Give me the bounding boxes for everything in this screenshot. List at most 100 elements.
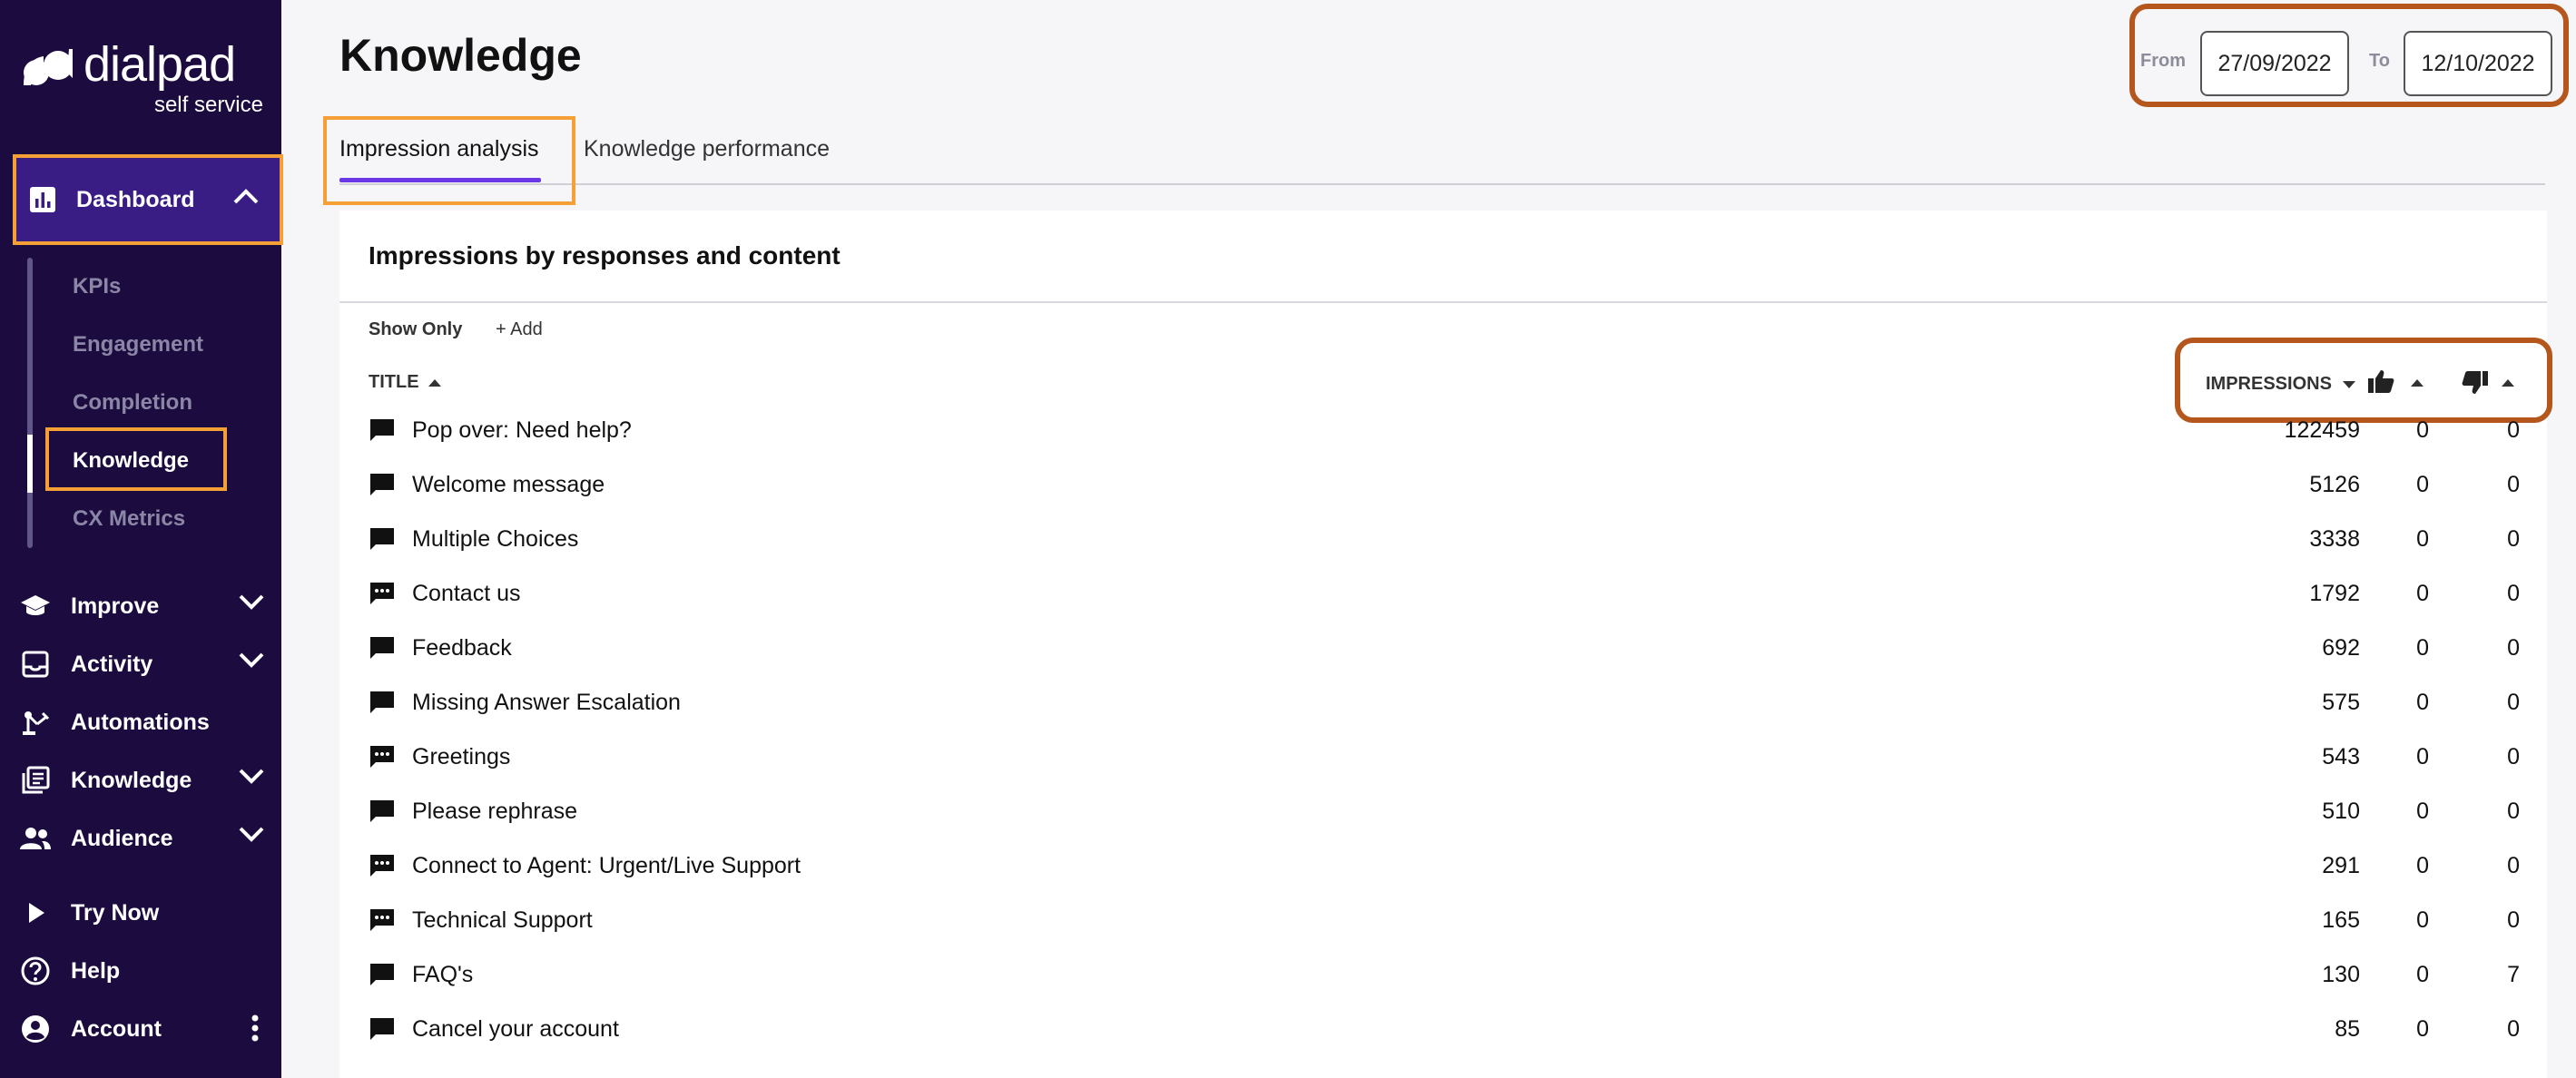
table-row[interactable]: Technical Support 165 0 0 (339, 893, 2547, 947)
row-title[interactable]: Pop over: Need help? (412, 417, 632, 444)
sidebar-item-dashboard[interactable]: Dashboard (13, 154, 283, 245)
chevron-down-icon[interactable] (238, 593, 265, 615)
graduation-cap-icon (20, 591, 51, 622)
row-thumbs-up-count: 0 (2416, 853, 2429, 878)
row-title[interactable]: Welcome message (412, 472, 605, 498)
chevron-down-icon[interactable] (238, 651, 265, 673)
row-thumbs-up-count: 0 (2416, 417, 2429, 443)
row-impressions: 543 (2322, 744, 2360, 769)
title-column-header[interactable]: TITLE (369, 372, 441, 393)
sidebar-item-label: Try Now (71, 899, 160, 926)
row-thumbs-up-count: 0 (2416, 907, 2429, 933)
sidebar-item-improve[interactable]: Improve (20, 583, 265, 629)
show-only-label: Show Only (369, 319, 463, 339)
row-thumbs-down-count: 0 (2507, 744, 2520, 769)
sidebar-item-try-now[interactable]: Try Now (20, 890, 265, 936)
people-icon (20, 823, 51, 854)
sidebar-item-label: Automations (71, 709, 210, 735)
sidebar-item-label: Audience (71, 825, 173, 851)
row-thumbs-down-count: 0 (2507, 526, 2520, 552)
table-row[interactable]: Multiple Choices 3338 0 0 (339, 512, 2547, 566)
row-thumbs-up-count: 0 (2416, 744, 2429, 769)
sidebar-item-knowledge[interactable]: Knowledge (20, 758, 265, 803)
sort-descending-icon[interactable] (2342, 380, 2355, 388)
chevron-up-icon[interactable] (232, 187, 260, 210)
subnav-item-completion[interactable]: Completion (73, 390, 192, 416)
row-impressions: 85 (2335, 1016, 2360, 1042)
table-row[interactable]: Feedback 692 0 0 (339, 621, 2547, 675)
thumbs-up-icon[interactable] (2367, 368, 2394, 398)
to-date-input[interactable]: 12/10/2022 (2404, 31, 2552, 96)
more-vertical-icon[interactable] (251, 1014, 260, 1047)
table-row[interactable]: Cancel your account 85 0 0 (339, 1002, 2547, 1056)
chevron-down-icon[interactable] (238, 767, 265, 789)
row-thumbs-up-count: 0 (2416, 635, 2429, 661)
subnav-item-knowledge[interactable]: Knowledge (73, 448, 189, 474)
dialpad-logo[interactable]: dialpad self service (18, 36, 263, 118)
table-row[interactable]: Connect to Agent: Urgent/Live Support 291… (339, 838, 2547, 893)
subnav-track (27, 258, 33, 548)
subnav-item-kpis[interactable]: KPIs (73, 274, 121, 299)
chat-bubble-icon (369, 799, 396, 824)
play-icon (20, 897, 51, 928)
card-header: Impressions by responses and content (339, 211, 2547, 303)
row-title[interactable]: Cancel your account (412, 1016, 619, 1043)
row-impressions: 291 (2322, 853, 2360, 878)
sidebar-item-label: Account (71, 1015, 162, 1042)
sidebar-item-help[interactable]: Help (20, 948, 265, 994)
subnav-item-cx-metrics[interactable]: CX Metrics (73, 506, 185, 532)
add-filter-button[interactable]: + Add (496, 319, 543, 340)
sort-ascending-icon[interactable] (2502, 379, 2514, 387)
table-row[interactable]: Greetings 543 0 0 (339, 730, 2547, 784)
row-title[interactable]: Technical Support (412, 907, 593, 934)
row-impressions: 510 (2322, 799, 2360, 824)
sort-ascending-icon[interactable] (2411, 379, 2424, 387)
row-thumbs-down-count: 0 (2507, 799, 2520, 824)
library-icon (20, 765, 51, 796)
subnav-item-engagement[interactable]: Engagement (73, 332, 203, 358)
row-thumbs-down-count: 0 (2507, 417, 2520, 443)
row-title[interactable]: Greetings (412, 744, 510, 770)
chat-bubble-icon (369, 635, 396, 661)
row-impressions: 692 (2322, 635, 2360, 661)
sidebar-item-label: Knowledge (71, 767, 192, 793)
from-label: From (2140, 51, 2186, 71)
table-row[interactable]: Missing Answer Escalation 575 0 0 (339, 675, 2547, 730)
chat-dots-icon (369, 581, 396, 606)
row-thumbs-up-count: 0 (2416, 1016, 2429, 1042)
row-impressions: 3338 (2309, 526, 2360, 552)
from-date-input[interactable]: 27/09/2022 (2200, 31, 2349, 96)
row-title[interactable]: FAQ's (412, 962, 473, 988)
row-title[interactable]: Feedback (412, 635, 512, 662)
sidebar-item-account[interactable]: Account (20, 1006, 265, 1052)
chevron-down-icon[interactable] (238, 825, 265, 848)
sidebar-item-audience[interactable]: Audience (20, 816, 265, 861)
sidebar-item-activity[interactable]: Activity (20, 642, 265, 687)
row-title[interactable]: Please rephrase (412, 799, 577, 825)
impressions-column-header[interactable]: IMPRESSIONS (2206, 374, 2355, 395)
thumbs-down-icon[interactable] (2462, 370, 2489, 400)
row-impressions: 5126 (2309, 472, 2360, 497)
chat-bubble-icon (369, 690, 396, 715)
row-thumbs-down-count: 0 (2507, 853, 2520, 878)
row-title[interactable]: Multiple Choices (412, 526, 578, 553)
sidebar: dialpad self service Dashboard KPIs Enga… (0, 0, 283, 1078)
impressions-column-label: IMPRESSIONS (2206, 374, 2332, 394)
row-title[interactable]: Contact us (412, 581, 521, 607)
row-title[interactable]: Connect to Agent: Urgent/Live Support (412, 853, 801, 879)
table-row[interactable]: FAQ's 130 0 7 (339, 947, 2547, 1002)
sort-ascending-icon[interactable] (428, 378, 441, 387)
tab-impression-analysis[interactable]: Impression analysis (339, 136, 539, 162)
table-row[interactable]: Contact us 1792 0 0 (339, 566, 2547, 621)
row-thumbs-down-count: 0 (2507, 907, 2520, 933)
table-row[interactable]: Welcome message 5126 0 0 (339, 457, 2547, 512)
sidebar-item-automations[interactable]: Automations (20, 700, 265, 745)
table-row[interactable]: Pop over: Need help? 122459 0 0 (339, 403, 2547, 457)
tab-knowledge-performance[interactable]: Knowledge performance (584, 136, 830, 162)
dashboard-subnav: KPIs Engagement Completion Knowledge CX … (27, 258, 263, 548)
row-title[interactable]: Missing Answer Escalation (412, 690, 681, 716)
table-row[interactable]: Please rephrase 510 0 0 (339, 784, 2547, 838)
row-thumbs-up-count: 0 (2416, 962, 2429, 987)
row-thumbs-down-count: 0 (2507, 1016, 2520, 1042)
row-impressions: 575 (2322, 690, 2360, 715)
